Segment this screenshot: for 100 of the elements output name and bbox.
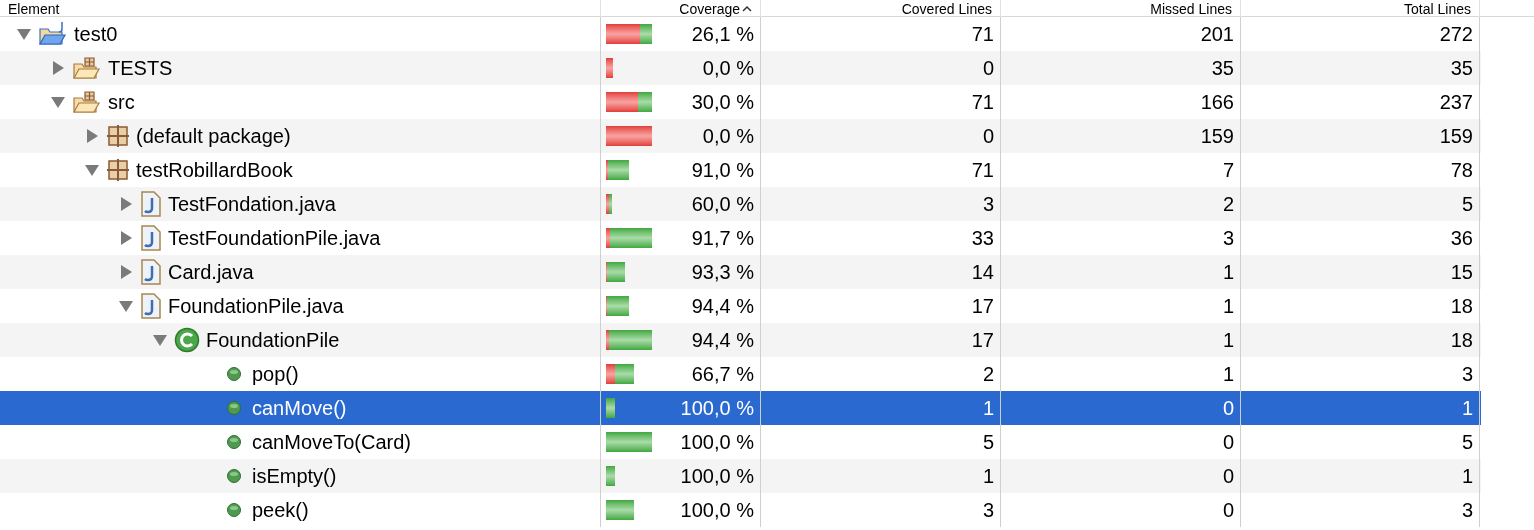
package-folder-icon: [72, 56, 102, 80]
package-folder-icon: [72, 90, 102, 114]
coverage-percent: 100,0 %: [680, 396, 754, 421]
column-header[interactable]: Missed Lines: [1150, 0, 1232, 17]
coverage-bar: [606, 398, 616, 418]
coverage-bar: [606, 58, 613, 78]
java-file-icon: [140, 259, 162, 285]
method-icon: [226, 434, 242, 450]
covered-lines-value: 3: [982, 192, 994, 217]
total-lines-value: 15: [1450, 260, 1473, 285]
collapse-arrow-icon[interactable]: [50, 96, 66, 108]
total-lines-value: 1: [1461, 396, 1473, 421]
expand-arrow-icon[interactable]: [120, 196, 132, 212]
missed-lines-value: 1: [1222, 294, 1234, 319]
tree-row[interactable]: isEmpty() 100,0 % 1 0 1: [0, 459, 1481, 493]
covered-lines-value: 71: [971, 158, 994, 183]
total-lines-value: 5: [1461, 192, 1473, 217]
coverage-bar: [606, 262, 626, 282]
coverage-percent: 94,4 %: [691, 328, 754, 353]
java-file-icon: [140, 225, 162, 251]
coverage-bar: [606, 160, 629, 180]
project-folder-icon: [38, 21, 68, 47]
column-header[interactable]: Covered Lines: [901, 0, 992, 17]
expand-arrow-icon[interactable]: [86, 128, 98, 144]
element-name: isEmpty(): [252, 464, 337, 489]
element-name: pop(): [252, 362, 299, 387]
coverage-bar: [606, 126, 652, 146]
total-lines-value: 237: [1439, 90, 1473, 115]
element-name: canMove(): [252, 396, 347, 421]
element-name: TestFondation.java: [168, 192, 336, 217]
expand-arrow-icon[interactable]: [120, 264, 132, 280]
java-file-icon: [140, 191, 162, 217]
class-icon: [174, 327, 200, 353]
covered-lines-value: 0: [982, 56, 994, 81]
element-name: FoundationPile: [206, 328, 340, 353]
missed-lines-value: 0: [1222, 464, 1234, 489]
total-lines-value: 36: [1450, 226, 1473, 251]
element-name: TestFoundationPile.java: [168, 226, 381, 251]
method-icon: [226, 502, 242, 518]
total-lines-value: 272: [1439, 22, 1473, 47]
collapse-arrow-icon[interactable]: [84, 164, 100, 176]
coverage-bar: [606, 330, 652, 350]
tree-row[interactable]: Card.java 93,3 % 14 1 15: [0, 255, 1481, 289]
coverage-percent: 91,7 %: [691, 226, 754, 251]
total-lines-value: 5: [1461, 430, 1473, 455]
missed-lines-value: 7: [1222, 158, 1234, 183]
column-header[interactable]: Coverage: [679, 0, 740, 17]
tree-row[interactable]: (default package) 0,0 % 0 159 159: [0, 119, 1481, 153]
covered-lines-value: 17: [971, 328, 994, 353]
covered-lines-value: 33: [971, 226, 994, 251]
covered-lines-value: 2: [982, 362, 994, 387]
total-lines-value: 18: [1450, 294, 1473, 319]
missed-lines-value: 1: [1222, 260, 1234, 285]
coverage-bar: [606, 92, 652, 112]
collapse-arrow-icon[interactable]: [16, 28, 32, 40]
method-icon: [226, 400, 242, 416]
element-name: canMoveTo(Card): [252, 430, 411, 455]
covered-lines-value: 3: [982, 498, 994, 523]
coverage-percent: 26,1 %: [691, 22, 754, 47]
total-lines-value: 159: [1439, 124, 1473, 149]
coverage-bar: [606, 466, 616, 486]
missed-lines-value: 1: [1222, 328, 1234, 353]
tree-row[interactable]: TestFondation.java 60,0 % 3 2 5: [0, 187, 1481, 221]
expand-arrow-icon[interactable]: [120, 230, 132, 246]
column-header[interactable]: Total Lines: [1404, 0, 1471, 17]
coverage-percent: 100,0 %: [680, 498, 754, 523]
covered-lines-value: 1: [982, 464, 994, 489]
column-header[interactable]: Element: [8, 0, 60, 17]
selected-tree-row[interactable]: canMove() 100,0 % 1 0 1: [0, 391, 1481, 425]
element-name: src: [108, 90, 135, 115]
tree-row[interactable]: TESTS 0,0 % 0 35 35: [0, 51, 1481, 85]
covered-lines-value: 71: [971, 90, 994, 115]
coverage-bar: [606, 432, 652, 452]
coverage-percent: 91,0 %: [691, 158, 754, 183]
coverage-bar: [606, 500, 634, 520]
coverage-percent: 93,3 %: [691, 260, 754, 285]
covered-lines-value: 71: [971, 22, 994, 47]
total-lines-value: 78: [1450, 158, 1473, 183]
missed-lines-value: 2: [1222, 192, 1234, 217]
covered-lines-value: 5: [982, 430, 994, 455]
collapse-arrow-icon[interactable]: [152, 334, 168, 346]
element-name: test0: [74, 22, 118, 47]
java-file-icon: [140, 293, 162, 319]
coverage-bar: [606, 194, 613, 214]
tree-row[interactable]: FoundationPile 94,4 % 17 1 18: [0, 323, 1481, 357]
method-icon: [226, 468, 242, 484]
coverage-percent: 0,0 %: [702, 124, 754, 149]
expand-arrow-icon[interactable]: [52, 60, 64, 76]
element-name: TESTS: [108, 56, 173, 81]
missed-lines-value: 166: [1200, 90, 1234, 115]
covered-lines-value: 0: [982, 124, 994, 149]
coverage-percent: 100,0 %: [680, 464, 754, 489]
element-name: (default package): [136, 124, 291, 149]
element-name: peek(): [252, 498, 309, 523]
coverage-percent: 60,0 %: [691, 192, 754, 217]
collapse-arrow-icon[interactable]: [118, 300, 134, 312]
coverage-bar: [606, 24, 652, 44]
coverage-bar: [606, 228, 652, 248]
missed-lines-value: 159: [1200, 124, 1234, 149]
coverage-percent: 100,0 %: [680, 430, 754, 455]
